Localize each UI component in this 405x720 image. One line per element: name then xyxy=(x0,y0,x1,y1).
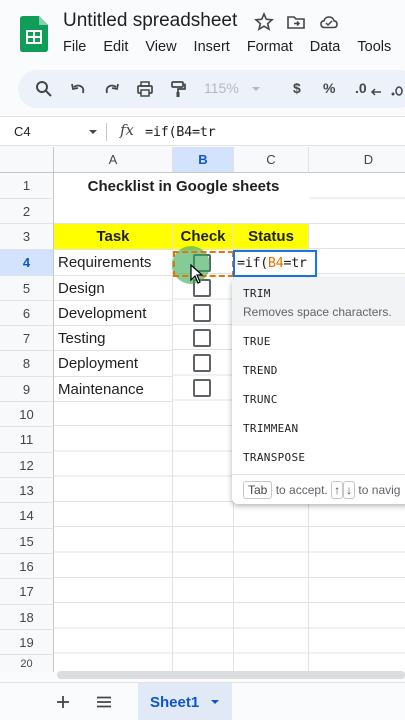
menu-file[interactable]: File xyxy=(63,39,86,55)
menu-view[interactable]: View xyxy=(145,39,176,55)
status-header-cell[interactable]: Status xyxy=(234,224,309,250)
column-header-c[interactable]: C xyxy=(234,147,309,173)
toolbar: 115% $ % .0 xyxy=(18,70,405,108)
row-header-13[interactable]: 13 xyxy=(0,478,54,503)
row-header-16[interactable]: 16 xyxy=(0,554,54,579)
row-header-6[interactable]: 6 xyxy=(0,301,54,326)
menu-data[interactable]: Data xyxy=(310,39,341,55)
task-cell[interactable]: Deployment xyxy=(54,351,173,377)
column-header-b[interactable]: B xyxy=(173,147,234,173)
tab-key-hint: Tab xyxy=(243,481,273,499)
task-header-cell[interactable]: Task xyxy=(54,224,173,250)
arrow-left-icon xyxy=(370,88,381,96)
sheet-tab-label: Sheet1 xyxy=(150,693,200,711)
checkbox-b8[interactable] xyxy=(193,354,211,372)
suggestion-trunc[interactable]: TRUNC xyxy=(243,393,278,406)
row-header-8[interactable]: 8 xyxy=(0,351,54,377)
suggestion-true[interactable]: TRUE xyxy=(243,335,271,348)
row-header-3[interactable]: 3 xyxy=(0,224,54,250)
menu-insert[interactable]: Insert xyxy=(194,39,230,55)
title-bar: Untitled spreadsheet File Edit View Inse… xyxy=(0,0,405,66)
document-title[interactable]: Untitled spreadsheet xyxy=(63,10,237,32)
down-key-hint: ↓ xyxy=(343,481,356,499)
task-cell[interactable]: Testing xyxy=(54,326,173,351)
menu-tools[interactable]: Tools xyxy=(357,39,391,55)
up-key-hint: ↑ xyxy=(331,481,344,499)
menu-format[interactable]: Format xyxy=(247,39,293,55)
checkbox-b6[interactable] xyxy=(193,304,211,322)
row-header-20[interactable]: 20 xyxy=(0,655,54,672)
autocomplete-footer: Tab to accept. ↑ ↓ to navig xyxy=(232,474,405,504)
formula-suffix: =tr xyxy=(283,255,307,271)
row-header-9[interactable]: 9 xyxy=(0,377,54,402)
row-header-19[interactable]: 19 xyxy=(0,630,54,655)
navigate-hint-text: to navig xyxy=(358,483,401,497)
row-header-2[interactable]: 2 xyxy=(0,199,54,224)
add-sheet-icon[interactable] xyxy=(56,695,70,709)
suggestion-transpose[interactable]: TRANSPOSE xyxy=(243,451,305,464)
name-box-caret-icon[interactable] xyxy=(88,129,98,135)
check-header-cell[interactable]: Check xyxy=(173,224,234,250)
mouse-cursor-icon xyxy=(190,264,204,284)
search-icon[interactable] xyxy=(34,79,54,99)
row-header-12[interactable]: 12 xyxy=(0,453,54,478)
suggestion-trend[interactable]: TREND xyxy=(243,364,278,377)
print-icon[interactable] xyxy=(135,79,155,99)
sheet-tab-caret-icon[interactable] xyxy=(210,699,220,705)
horizontal-scrollbar[interactable] xyxy=(57,671,405,679)
checkbox-b7[interactable] xyxy=(193,329,211,347)
star-icon[interactable] xyxy=(254,12,274,32)
increase-decimal-icon[interactable] xyxy=(390,82,405,98)
formula-bar-divider xyxy=(106,123,107,141)
formula-input[interactable]: =if(B4=tr xyxy=(145,124,216,140)
row-header-15[interactable]: 15 xyxy=(0,529,54,554)
row-header-5[interactable]: 5 xyxy=(0,276,54,301)
formula-bar: C4 fx =if(B4=tr xyxy=(0,116,405,146)
redo-icon[interactable] xyxy=(102,79,122,99)
zoom-caret-icon[interactable] xyxy=(250,79,262,99)
zoom-select[interactable]: 115% xyxy=(204,80,239,96)
menu-bar: File Edit View Insert Format Data Tools xyxy=(63,39,405,55)
accept-hint-text: to accept. xyxy=(275,483,328,497)
active-cell-c4-editor[interactable]: =if(B4=tr xyxy=(233,250,317,277)
task-cell[interactable]: Maintenance xyxy=(54,377,173,402)
name-box[interactable]: C4 xyxy=(14,124,31,139)
undo-icon[interactable] xyxy=(68,79,88,99)
task-cell[interactable]: Design xyxy=(54,276,173,301)
formula-reference-b4: B4 xyxy=(267,255,284,271)
formula-prefix: =if( xyxy=(237,255,268,271)
decrease-decimal-button[interactable]: .0 xyxy=(355,80,367,96)
row-header-11[interactable]: 11 xyxy=(0,427,54,453)
all-sheets-menu-icon[interactable] xyxy=(96,696,112,708)
row-header-7[interactable]: 7 xyxy=(0,326,54,351)
row-header-10[interactable]: 10 xyxy=(0,402,54,427)
row-2-cells xyxy=(54,199,405,224)
row-header-18[interactable]: 18 xyxy=(0,605,54,630)
suggestion-trimmean[interactable]: TRIMMEAN xyxy=(243,422,298,435)
task-cell[interactable]: Development xyxy=(54,301,173,326)
row-header-4[interactable]: 4 xyxy=(0,250,54,276)
column-header-a[interactable]: A xyxy=(54,147,173,173)
currency-format-button[interactable]: $ xyxy=(293,80,301,96)
sheet-title-cell[interactable]: Checklist in Google sheets xyxy=(54,173,309,199)
percent-format-button[interactable]: % xyxy=(323,80,335,96)
paint-format-icon[interactable] xyxy=(168,79,188,99)
google-sheets-logo-icon[interactable] xyxy=(20,16,48,52)
row-header-1[interactable]: 1 xyxy=(0,173,54,199)
cloud-saved-icon[interactable] xyxy=(319,12,339,32)
suggestion-trim[interactable]: TRIM xyxy=(243,287,271,300)
formula-autocomplete-popup: TRIM Removes space characters. TRUE TREN… xyxy=(232,278,405,504)
select-all-corner[interactable] xyxy=(0,147,54,173)
move-folder-icon[interactable] xyxy=(286,12,306,32)
fx-icon: fx xyxy=(120,121,135,139)
suggestion-trim-description: Removes space characters. xyxy=(243,305,392,319)
sheet-tab-sheet1[interactable]: Sheet1 xyxy=(138,683,232,720)
column-header-d[interactable]: D xyxy=(309,147,405,173)
checkbox-b9[interactable] xyxy=(193,379,211,397)
menu-edit[interactable]: Edit xyxy=(103,39,128,55)
row-header-17[interactable]: 17 xyxy=(0,579,54,605)
row-header-14[interactable]: 14 xyxy=(0,503,54,529)
sheet-tabs-bar: Sheet1 xyxy=(0,682,405,720)
task-cell[interactable]: Requirements xyxy=(54,250,173,276)
